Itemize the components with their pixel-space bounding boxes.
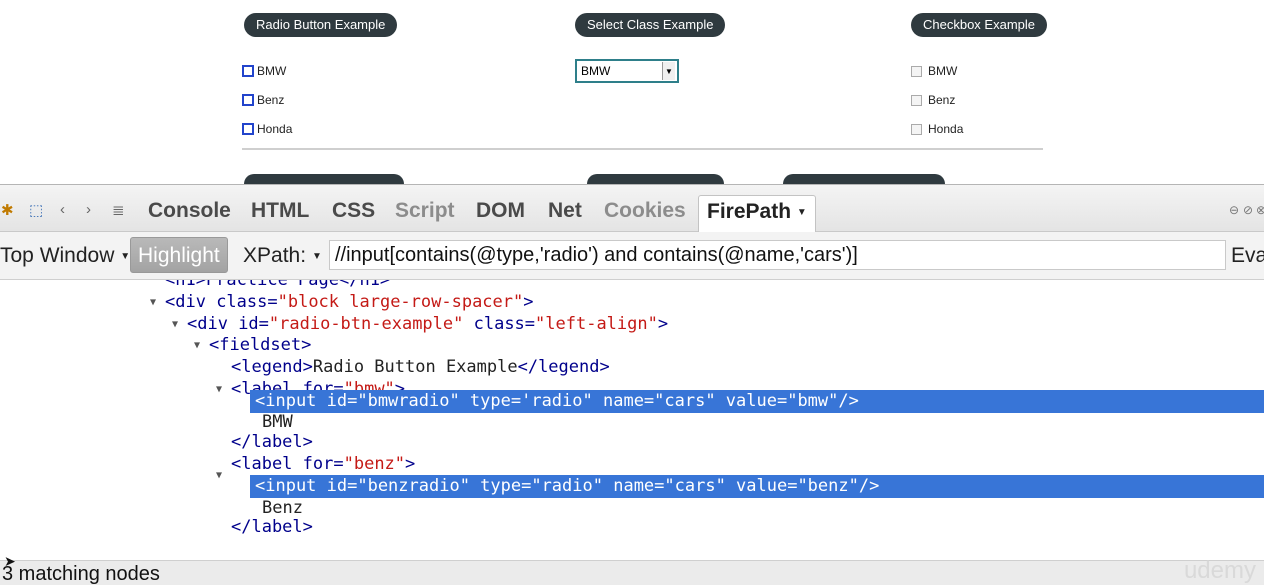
status-bar: ➤ 3 matching nodes udemy	[0, 553, 1264, 585]
checkbox-benz[interactable]: Benz	[911, 92, 955, 108]
radio-button-highlighted[interactable]	[242, 65, 254, 77]
checkbox-bmw[interactable]: BMW	[911, 63, 957, 79]
tab-css[interactable]: CSS	[332, 199, 375, 223]
code-line-label-close[interactable]: </label>	[231, 431, 313, 453]
minimize-icon[interactable]: ⊖	[1229, 203, 1239, 217]
car-select[interactable]: BMW ▼	[575, 59, 679, 83]
radio-label: Honda	[257, 122, 293, 136]
checkbox[interactable]	[911, 65, 922, 77]
forward-icon[interactable]: ›	[86, 201, 91, 218]
collapse-icon[interactable]: ▼	[216, 470, 222, 481]
radio-legend: Radio Button Example	[244, 13, 398, 37]
xpath-selector[interactable]: XPath: ▼	[243, 244, 322, 268]
checkbox-label: BMW	[928, 64, 958, 78]
collapse-icon[interactable]: ▼	[150, 297, 156, 308]
tab-html[interactable]: HTML	[251, 199, 309, 223]
tab-firepath[interactable]: FirePath ▼	[698, 195, 816, 233]
collapse-icon[interactable]: ▼	[194, 340, 200, 351]
code-line-input-bmw: <input id="bmwradio" type='radio" name="…	[255, 391, 859, 411]
switch-window-legend-partial	[244, 174, 404, 184]
radio-benz[interactable]: Benz	[242, 92, 284, 108]
practice-page: Radio Button Example Select Class Exampl…	[0, 0, 1264, 184]
html-tree-view: <h1>Practice Page</h1> ▼ <div class="blo…	[0, 280, 1264, 560]
dropdown-arrow-icon[interactable]: ▼	[662, 62, 675, 80]
top-window-dropdown[interactable]: Top Window ▼	[0, 244, 130, 268]
udemy-watermark: udemy	[1183, 557, 1256, 584]
radio-bmw[interactable]: BMW	[242, 63, 286, 79]
code-line-label-benz[interactable]: <label for="benz">	[231, 453, 415, 475]
collapse-icon[interactable]: ▼	[172, 319, 178, 330]
firebug-panel: ✱ ⬚ ‹ › ≣ Console HTML CSS Script DOM Ne…	[0, 184, 1264, 585]
detach-icon[interactable]: ⊘	[1243, 203, 1253, 217]
firebug-tab-bar: ✱ ⬚ ‹ › ≣ Console HTML CSS Script DOM Ne…	[0, 184, 1264, 233]
chevron-down-icon: ▼	[796, 206, 807, 218]
top-window-label: Top Window	[0, 244, 115, 267]
xpath-input[interactable]: //input[contains(@type,'radio') and cont…	[329, 240, 1226, 270]
firebug-icon[interactable]: ✱	[1, 201, 14, 219]
code-line-label-close[interactable]: </label>	[231, 516, 313, 538]
chevron-down-icon: ▼	[120, 250, 131, 262]
tab-firepath-label: FirePath	[707, 200, 792, 223]
code-line-h1[interactable]: <h1>Practice Page</h1>	[165, 280, 390, 291]
code-line-div-block[interactable]: <div class="block large-row-spacer">	[165, 291, 534, 313]
select-value: BMW	[581, 64, 611, 78]
chevron-down-icon: ▼	[312, 250, 322, 262]
eval-button[interactable]: Eva	[1231, 244, 1264, 268]
switch-tab-legend-partial	[587, 174, 724, 184]
checkbox-honda[interactable]: Honda	[911, 121, 963, 137]
checkbox[interactable]	[911, 94, 922, 106]
command-line-icon[interactable]: ≣	[112, 201, 125, 219]
collapse-icon[interactable]: ▼	[216, 384, 222, 395]
code-line-text-bmw[interactable]: BMW	[262, 411, 293, 433]
code-line-div-radio[interactable]: <div id="radio-btn-example" class="left-…	[187, 313, 668, 335]
select-legend: Select Class Example	[575, 13, 726, 37]
switch-alert-legend-partial	[783, 174, 945, 184]
section-divider	[242, 148, 1043, 150]
radio-label: Benz	[257, 93, 285, 107]
checkbox-label: Benz	[928, 93, 956, 107]
radio-button-highlighted[interactable]	[242, 123, 254, 135]
selected-node-bmw[interactable]: <input id="bmwradio" type='radio" name="…	[250, 390, 1264, 413]
highlight-button[interactable]: Highlight	[130, 237, 228, 273]
tab-net[interactable]: Net	[548, 199, 582, 223]
inspect-icon[interactable]: ⬚	[29, 201, 43, 219]
code-line-legend[interactable]: <legend>Radio Button Example</legend>	[231, 356, 610, 378]
radio-label: BMW	[257, 64, 287, 78]
checkbox[interactable]	[911, 123, 922, 135]
firepath-toolbar: Top Window ▼ Highlight XPath: ▼ //input[c…	[0, 232, 1264, 280]
tab-script[interactable]: Script	[395, 199, 455, 223]
xpath-label: XPath:	[243, 244, 307, 267]
code-line-fieldset[interactable]: <fieldset>	[209, 334, 311, 356]
back-icon[interactable]: ‹	[60, 201, 65, 218]
selected-node-benz[interactable]: <input id="benzradio" type="radio" name=…	[250, 475, 1264, 498]
code-line-input-benz: <input id="benzradio" type="radio" name=…	[255, 476, 880, 496]
tab-dom[interactable]: DOM	[476, 199, 525, 223]
close-icon[interactable]: ⊗	[1256, 203, 1264, 217]
tab-cookies[interactable]: Cookies	[604, 199, 686, 223]
tab-console[interactable]: Console	[148, 199, 231, 223]
radio-honda[interactable]: Honda	[242, 121, 292, 137]
radio-button-highlighted[interactable]	[242, 94, 254, 106]
checkbox-legend: Checkbox Example	[911, 13, 1047, 37]
matching-nodes-count: 3 matching nodes	[2, 563, 160, 585]
checkbox-label: Honda	[928, 122, 964, 136]
